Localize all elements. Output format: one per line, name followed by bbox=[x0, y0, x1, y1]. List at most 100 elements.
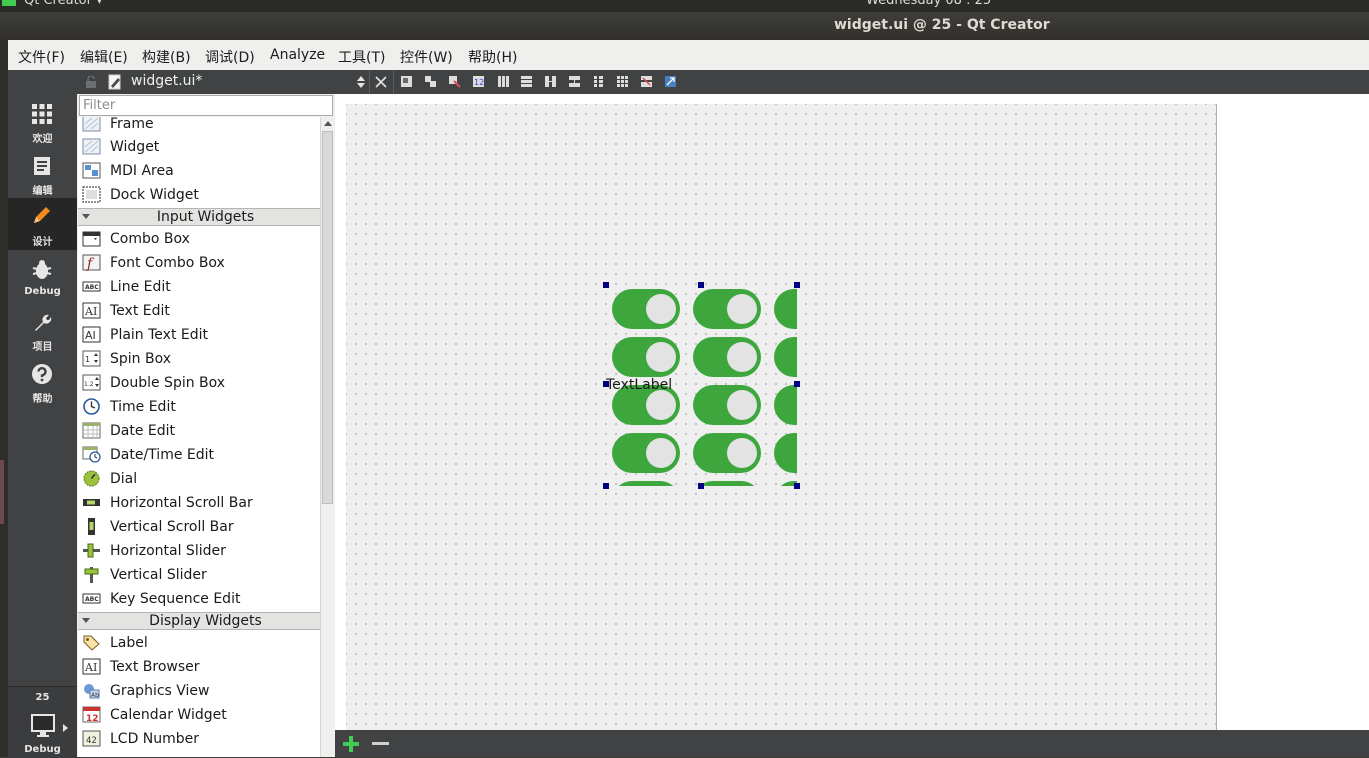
category-label: Display Widgets bbox=[149, 613, 262, 629]
widget-item-horizontal-slider[interactable]: Horizontal Slider bbox=[78, 539, 320, 563]
selection-handle[interactable] bbox=[698, 483, 704, 489]
category-display-widgets[interactable]: Display Widgets bbox=[78, 612, 320, 630]
widget-item-dial[interactable]: Dial bbox=[78, 467, 320, 491]
editor-filename[interactable]: widget.ui* bbox=[131, 73, 202, 89]
toggle-switch[interactable] bbox=[612, 289, 680, 329]
scroll-up-arrow-icon[interactable] bbox=[324, 121, 332, 126]
edit-tab-order-icon[interactable]: 12 bbox=[472, 75, 485, 88]
toggle-switch[interactable] bbox=[774, 433, 797, 473]
widget-item-text-edit[interactable]: AI Text Edit bbox=[78, 299, 320, 323]
edit-buddies-icon[interactable] bbox=[448, 75, 461, 88]
adjust-size-icon[interactable] bbox=[664, 75, 677, 88]
selection-handle[interactable] bbox=[603, 282, 609, 288]
widget-item-frame[interactable]: Frame bbox=[78, 117, 320, 136]
selection-handle[interactable] bbox=[794, 381, 800, 387]
widget-item-plain-text-edit[interactable]: AI Plain Text Edit bbox=[78, 323, 320, 347]
break-layout-icon[interactable] bbox=[640, 75, 653, 88]
mode-welcome[interactable]: 欢迎 bbox=[8, 97, 77, 149]
toggle-switch[interactable] bbox=[693, 433, 761, 473]
widget-item-widget[interactable]: Widget bbox=[78, 135, 320, 159]
selection-handle[interactable] bbox=[603, 483, 609, 489]
app-menu[interactable]: Qt Creator ▾ bbox=[24, 0, 103, 8]
layout-splitter-vertical-icon[interactable] bbox=[568, 75, 581, 88]
remove-icon[interactable] bbox=[372, 742, 389, 745]
widget-item-label: Double Spin Box bbox=[110, 375, 226, 391]
mode-projects[interactable]: 项目 bbox=[8, 305, 77, 357]
widget-item-date-edit[interactable]: Date Edit bbox=[78, 419, 320, 443]
dock-widget-icon bbox=[82, 186, 101, 203]
close-icon[interactable] bbox=[375, 76, 387, 88]
selection-handle[interactable] bbox=[794, 282, 800, 288]
toggle-switch[interactable] bbox=[693, 385, 761, 425]
menu-edit[interactable]: 编辑(E) bbox=[80, 47, 128, 67]
selection-handle[interactable] bbox=[603, 381, 609, 387]
svg-text:Ab: Ab bbox=[91, 692, 99, 699]
menu-analyze[interactable]: Analyze bbox=[270, 47, 325, 63]
calendar-icon: 12 bbox=[82, 706, 101, 723]
widget-item-text-browser[interactable]: AI Text Browser bbox=[78, 655, 320, 679]
widget-item-vertical-slider[interactable]: Vertical Slider bbox=[78, 563, 320, 587]
layout-form-icon[interactable] bbox=[592, 75, 605, 88]
menu-tools[interactable]: 工具(T) bbox=[338, 47, 385, 67]
filter-input[interactable]: Filter bbox=[79, 95, 333, 116]
toggle-switch[interactable] bbox=[774, 337, 797, 377]
vertical-scroll-bar-icon bbox=[88, 518, 95, 535]
toggle-switch[interactable] bbox=[693, 289, 761, 329]
toggle-switch[interactable] bbox=[774, 385, 797, 425]
lock-icon[interactable] bbox=[85, 76, 97, 88]
menu-debug[interactable]: 调试(D) bbox=[205, 47, 255, 67]
widget-item-double-spin-box[interactable]: 1.2 Double Spin Box bbox=[78, 371, 320, 395]
widget-item-vertical-scroll-bar[interactable]: Vertical Scroll Bar bbox=[78, 515, 320, 539]
kit-selector[interactable]: 25 Debug bbox=[8, 686, 77, 758]
edit-signals-slots-icon[interactable] bbox=[424, 75, 437, 88]
svg-text:1: 1 bbox=[85, 355, 90, 364]
font-combo-box-icon: f bbox=[82, 254, 101, 271]
add-icon[interactable] bbox=[341, 734, 361, 754]
widget-item-font-combo-box[interactable]: f Font Combo Box bbox=[78, 251, 320, 275]
mode-help[interactable]: 帮助 bbox=[8, 357, 77, 409]
edit-widgets-icon[interactable] bbox=[400, 75, 413, 88]
toggle-switch[interactable] bbox=[774, 289, 797, 329]
widget-item-graphics-view[interactable]: Ab Graphics View bbox=[78, 679, 320, 703]
widget-item-date-time-edit[interactable]: Date/Time Edit bbox=[78, 443, 320, 467]
clock[interactable]: Wednesday 08 : 25 bbox=[866, 0, 991, 8]
file-switch-icon[interactable] bbox=[357, 76, 365, 88]
mode-edit[interactable]: 编辑 bbox=[8, 149, 77, 201]
layout-splitter-horizontal-icon[interactable] bbox=[544, 75, 557, 88]
selection-handle[interactable] bbox=[698, 282, 704, 288]
widget-item-dock-widget[interactable]: Dock Widget bbox=[78, 183, 320, 207]
widget-item-key-sequence-edit[interactable]: ABC Key Sequence Edit bbox=[78, 587, 320, 611]
combo-box-icon bbox=[82, 231, 101, 247]
layout-vertical-icon[interactable] bbox=[520, 75, 533, 88]
widget-item-mdi-area[interactable]: MDI Area bbox=[78, 159, 320, 183]
toggle-switch[interactable] bbox=[612, 337, 680, 377]
widget-item-combo-box[interactable]: Combo Box bbox=[78, 227, 320, 251]
scrollbar-thumb[interactable] bbox=[322, 131, 333, 504]
mode-label: 设计 bbox=[32, 237, 53, 248]
toggle-switch[interactable] bbox=[612, 433, 680, 473]
widget-item-time-edit[interactable]: Time Edit bbox=[78, 395, 320, 419]
widget-item-spin-box[interactable]: 1 Spin Box bbox=[78, 347, 320, 371]
menu-file[interactable]: 文件(F) bbox=[18, 47, 65, 67]
widget-item-label[interactable]: Label bbox=[78, 631, 320, 655]
widget-item-lcd-number[interactable]: 42 LCD Number bbox=[78, 727, 320, 751]
selection-handle[interactable] bbox=[794, 483, 800, 489]
mode-debug[interactable]: Debug bbox=[8, 253, 77, 305]
widget-item-label: Frame bbox=[110, 117, 154, 132]
widget-item-line-edit[interactable]: ABC Line Edit bbox=[78, 275, 320, 299]
menu-help[interactable]: 帮助(H) bbox=[468, 47, 517, 67]
toggle-switch[interactable] bbox=[693, 337, 761, 377]
widget-item-calendar-widget[interactable]: 12 Calendar Widget bbox=[78, 703, 320, 727]
mode-label: 项目 bbox=[32, 342, 53, 353]
layout-grid-icon[interactable] bbox=[616, 75, 629, 88]
widget-list-scrollbar[interactable] bbox=[320, 117, 334, 757]
mode-design[interactable]: 设计 bbox=[8, 198, 77, 250]
toggle-switch[interactable] bbox=[612, 481, 680, 486]
menu-build[interactable]: 构建(B) bbox=[142, 47, 191, 67]
category-input-widgets[interactable]: Input Widgets bbox=[78, 208, 320, 226]
menu-controls[interactable]: 控件(W) bbox=[400, 47, 453, 67]
widget-item-horizontal-scroll-bar[interactable]: Horizontal Scroll Bar bbox=[78, 491, 320, 515]
widget-item-label: Dock Widget bbox=[110, 187, 199, 203]
layout-horizontal-icon[interactable] bbox=[497, 75, 510, 88]
text-label[interactable]: TextLabel bbox=[606, 377, 672, 393]
